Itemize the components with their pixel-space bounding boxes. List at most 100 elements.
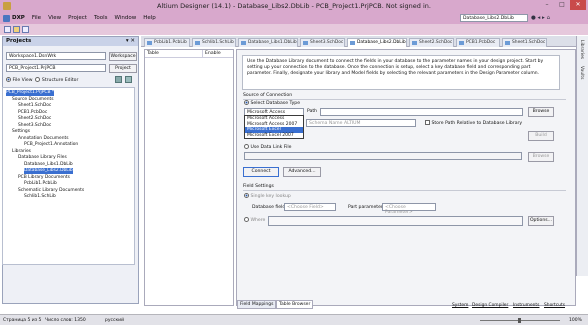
tab-sheet2[interactable]: Sheet2.SchDoc: [409, 38, 454, 47]
menu-project[interactable]: Project: [68, 15, 87, 21]
file-view-label: File View: [12, 78, 33, 83]
database-field-label: Database field: [252, 205, 286, 210]
tree-item[interactable]: Database Library Files: [18, 155, 67, 161]
store-path-label: Store Path Relative to Database Library: [431, 121, 523, 126]
tree-item[interactable]: Sheet1.SchDoc: [18, 103, 51, 109]
system-buttons-bar: System Design Compiler Instruments Short…: [440, 301, 588, 311]
select-db-type-radio[interactable]: [244, 100, 249, 105]
connect-button[interactable]: Connect: [243, 167, 279, 177]
project-refresh-icon[interactable]: [125, 76, 132, 83]
tab-sheet3[interactable]: Sheet3.SchDoc: [300, 38, 345, 47]
description-box: Use the Database Library document to con…: [242, 55, 560, 90]
tree-item[interactable]: PCB_Project1.Annotation: [24, 142, 78, 148]
options-button[interactable]: Options...: [528, 216, 554, 226]
tree-item[interactable]: Database_Libs2.DbLib: [24, 168, 73, 174]
tab-table-browser[interactable]: Table Browser: [276, 300, 314, 309]
system-button[interactable]: System: [452, 303, 468, 308]
save-icon[interactable]: [22, 26, 29, 33]
advanced-button[interactable]: Advanced...: [283, 167, 321, 177]
close-button[interactable]: ✕: [570, 0, 586, 10]
data-link-input[interactable]: [244, 152, 522, 160]
use-data-link-group: Use Data Link File: [244, 144, 292, 150]
single-key-radio[interactable]: [244, 193, 249, 198]
browse2-button[interactable]: Browse: [528, 152, 554, 162]
dxp-icon: [3, 15, 10, 22]
tree-item[interactable]: Libraries: [12, 149, 31, 155]
store-path-checkbox[interactable]: [425, 120, 430, 125]
schema-name-input[interactable]: Schema Name ALTIUM: [306, 119, 416, 127]
project-button[interactable]: Project: [109, 64, 137, 73]
file-view-radio[interactable]: [6, 77, 11, 82]
tab-schlib1[interactable]: Schlib1.SchLib: [192, 38, 236, 47]
menu-help[interactable]: Help: [143, 15, 156, 21]
page-count[interactable]: Страница 5 из 5: [3, 318, 41, 323]
table-grid[interactable]: Table Enable: [144, 49, 234, 306]
menu-dxp[interactable]: DXP: [12, 15, 25, 21]
tree-item[interactable]: Settings: [12, 129, 30, 135]
tab-pcb1[interactable]: PCB1.PcbDoc: [456, 38, 500, 47]
path-combo[interactable]: Database_Libs2.DbLib: [460, 14, 528, 22]
tree-item[interactable]: PcbLib1.PcbLib: [24, 181, 57, 187]
menu-view[interactable]: View: [48, 15, 61, 21]
part-parameter-combo[interactable]: <Choose Parameter>: [382, 203, 436, 215]
new-file-icon[interactable]: [4, 26, 11, 33]
build-button[interactable]: Build: [528, 131, 554, 141]
path-label: Path: [307, 109, 318, 114]
libraries-panel-tab[interactable]: Libraries: [579, 40, 584, 59]
grid-header-divider: [145, 57, 233, 58]
workspace-button[interactable]: Workspace: [109, 52, 137, 61]
vaults-panel-tab[interactable]: Vaults: [579, 66, 584, 79]
tree-item[interactable]: Database_Libs1.DbLib: [24, 162, 73, 168]
tree-item[interactable]: PCB1.PcbDoc: [18, 110, 47, 116]
nav-icons[interactable]: ● ◂ ▸ ⌂: [531, 15, 550, 21]
shortcuts-button[interactable]: Shortcuts: [544, 303, 565, 308]
field-settings-title: Field Settings: [243, 184, 274, 189]
tab-field-mappings[interactable]: Field Mappings: [237, 300, 277, 309]
db-type-option[interactable]: Microsoft Excel 2007: [245, 133, 303, 139]
tab-database-libs1[interactable]: Database_Libs1.DbLib: [238, 38, 298, 47]
panel-pin-icon[interactable]: ▾ ✕: [126, 38, 135, 44]
tree-item[interactable]: PCB_Project1.PrjPCB *: [6, 90, 55, 96]
structure-editor-label: Structure Editor: [41, 78, 79, 83]
workspace-combo[interactable]: Workspace1.DsnWrk: [6, 52, 106, 60]
tree-item[interactable]: Sheet2.SchDoc: [18, 116, 51, 122]
tree-item[interactable]: Sheet3.SchDoc: [18, 123, 51, 129]
language-status[interactable]: русский: [105, 318, 124, 323]
word-count[interactable]: Число слов: 1350: [45, 318, 86, 323]
project-combo[interactable]: PCB_Project1.PrjPCB: [6, 64, 106, 72]
menu-window[interactable]: Window: [115, 15, 137, 21]
menu-tools[interactable]: Tools: [94, 15, 108, 21]
menu-bar: DXP File View Project Tools Window Help …: [0, 13, 588, 24]
structure-editor-radio[interactable]: [35, 77, 41, 82]
col-table-header[interactable]: Table: [147, 51, 159, 56]
status-bar: Страница 5 из 5 Число слов: 1350 русский…: [0, 314, 588, 325]
tab-database-libs2[interactable]: Database_Libs2.DbLib: [347, 38, 407, 47]
project-options-icon[interactable]: [115, 76, 122, 83]
database-field-combo[interactable]: <Choose Field>: [284, 203, 336, 211]
project-tree[interactable]: PCB_Project1.PrjPCB * Source Documents She…: [2, 87, 135, 265]
tab-sheet1[interactable]: Sheet1.SchDoc: [502, 38, 547, 47]
tree-item[interactable]: Schematic Library Documents: [18, 188, 84, 194]
minimize-button[interactable]: –: [540, 0, 554, 10]
col-enable-header[interactable]: Enable: [205, 51, 221, 56]
store-path-group: Store Path Relative to Database Library: [425, 120, 522, 126]
view-mode-group: File View Structure Editor: [6, 77, 78, 83]
menu-file[interactable]: File: [32, 15, 41, 21]
select-db-type-group: Select Database Type: [244, 100, 300, 106]
where-radio[interactable]: [244, 217, 249, 222]
tree-item[interactable]: PCB Library Documents: [18, 175, 70, 181]
design-compiler-button[interactable]: Design Compiler: [472, 303, 508, 308]
right-panel-strip: Libraries Vaults: [576, 36, 588, 276]
tab-pcblib1[interactable]: PcbLib1.PcbLib: [144, 38, 190, 47]
instruments-button[interactable]: Instruments: [513, 303, 539, 308]
tree-item[interactable]: Annotation Documents: [18, 136, 69, 142]
path-input[interactable]: [320, 108, 523, 116]
zoom-thumb[interactable]: [518, 318, 521, 323]
where-input[interactable]: [268, 216, 523, 226]
use-data-link-radio[interactable]: [244, 144, 249, 149]
browse-button[interactable]: Browse: [528, 107, 554, 117]
open-file-icon[interactable]: [13, 26, 20, 33]
tree-item[interactable]: Schlib1.SchLib: [24, 194, 56, 200]
tree-item[interactable]: Source Documents: [12, 97, 54, 103]
maximize-button[interactable]: □: [555, 0, 569, 10]
